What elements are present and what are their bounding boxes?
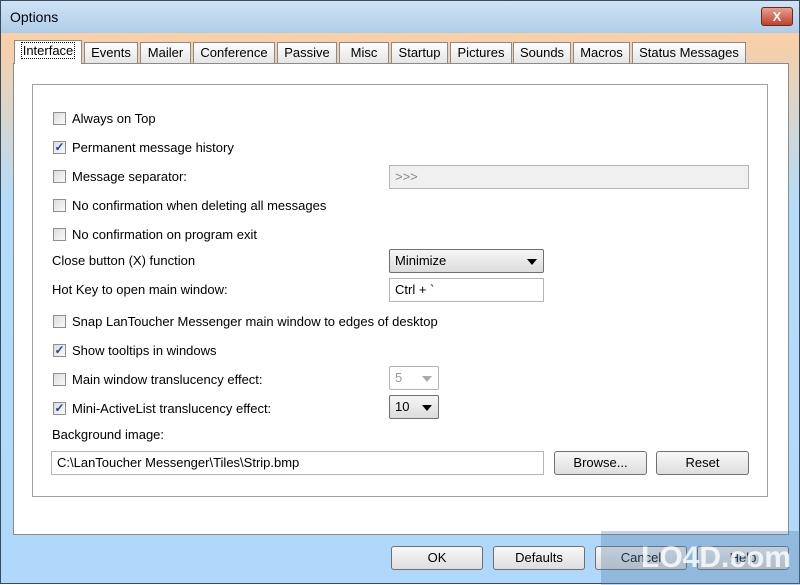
checkbox-label: Main window translucency effect: — [72, 371, 263, 387]
tab-startup[interactable]: Startup — [391, 42, 448, 64]
checkbox-label: No confirmation on program exit — [72, 226, 257, 242]
checkbox-box[interactable] — [53, 227, 66, 241]
tab-sounds[interactable]: Sounds — [513, 42, 571, 64]
checkbox-box[interactable] — [53, 198, 66, 212]
snap-checkbox[interactable]: Snap LanToucher Messenger main window to… — [53, 311, 438, 331]
checkbox-box[interactable] — [53, 111, 66, 125]
checkbox-label: Permanent message history — [72, 139, 234, 155]
always-on-top-checkbox[interactable]: Always on Top — [53, 108, 156, 128]
checkbox-label: Show tooltips in windows — [72, 342, 217, 358]
chevron-down-icon — [527, 259, 537, 265]
tab-status-messages[interactable]: Status Messages — [632, 42, 746, 64]
tab-events[interactable]: Events — [84, 42, 138, 64]
tab-conference[interactable]: Conference — [193, 42, 275, 64]
window-title: Options — [10, 9, 59, 25]
tab-pictures[interactable]: Pictures — [450, 42, 512, 64]
dropdown-value: 10 — [395, 399, 410, 414]
checkbox-label: Mini-ActiveList translucency effect: — [72, 400, 272, 416]
hot-key-input[interactable]: Ctrl + ` — [389, 278, 544, 302]
ok-button[interactable]: OK — [391, 546, 483, 570]
checkbox-box[interactable] — [53, 372, 66, 386]
message-separator-checkbox[interactable]: Message separator: — [53, 166, 187, 186]
browse-button[interactable]: Browse... — [554, 451, 647, 475]
options-dialog: Options X Interface Events Mailer Confer… — [0, 0, 800, 585]
tab-passive[interactable]: Passive — [277, 42, 337, 64]
defaults-button[interactable]: Defaults — [493, 546, 585, 570]
show-tooltips-checkbox[interactable]: ✓ Show tooltips in windows — [53, 340, 217, 360]
checkmark-icon[interactable]: ✓ — [53, 343, 66, 357]
checkbox-label: Snap LanToucher Messenger main window to… — [72, 313, 438, 329]
main-translucency-dropdown[interactable]: 5 — [389, 366, 439, 390]
close-button-function-label: Close button (X) function — [52, 253, 196, 268]
title-bar: Options X — [1, 1, 799, 33]
mini-translucency-checkbox[interactable]: ✓ Mini-ActiveList translucency effect: — [53, 398, 271, 418]
mini-translucency-dropdown[interactable]: 10 — [389, 395, 439, 419]
background-image-label: Background image: — [52, 427, 165, 442]
checkmark-icon[interactable]: ✓ — [53, 140, 66, 154]
chevron-down-icon — [422, 376, 432, 382]
checkbox-box[interactable] — [53, 314, 66, 328]
checkbox-box[interactable] — [53, 169, 66, 183]
message-separator-input[interactable]: >>> — [389, 165, 749, 189]
hot-key-label: Hot Key to open main window: — [52, 282, 228, 297]
reset-button[interactable]: Reset — [656, 451, 749, 475]
dropdown-value: Minimize — [395, 253, 447, 268]
checkmark-icon[interactable]: ✓ — [53, 401, 66, 415]
no-confirm-exit-checkbox[interactable]: No confirmation on program exit — [53, 224, 257, 244]
permanent-history-checkbox[interactable]: ✓ Permanent message history — [53, 137, 234, 157]
no-confirm-delete-checkbox[interactable]: No confirmation when deleting all messag… — [53, 195, 326, 215]
close-icon[interactable]: X — [761, 7, 793, 26]
checkbox-label: Message separator: — [72, 168, 187, 184]
dropdown-value: 5 — [395, 370, 403, 385]
checkbox-label: No confirmation when deleting all messag… — [72, 197, 327, 213]
tab-interface[interactable]: Interface — [14, 40, 82, 64]
tab-mailer[interactable]: Mailer — [140, 42, 191, 64]
background-image-input[interactable]: C:\LanToucher Messenger\Tiles\Strip.bmp — [51, 451, 544, 475]
tab-label: Interface — [20, 42, 76, 59]
close-button-function-dropdown[interactable]: Minimize — [389, 249, 544, 273]
watermark-logo: LO4D.com — [601, 531, 800, 585]
chevron-down-icon — [422, 405, 432, 411]
tab-macros[interactable]: Macros — [573, 42, 630, 64]
main-translucency-checkbox[interactable]: Main window translucency effect: — [53, 369, 263, 389]
tab-misc[interactable]: Misc — [339, 42, 389, 64]
checkbox-label: Always on Top — [72, 110, 156, 126]
